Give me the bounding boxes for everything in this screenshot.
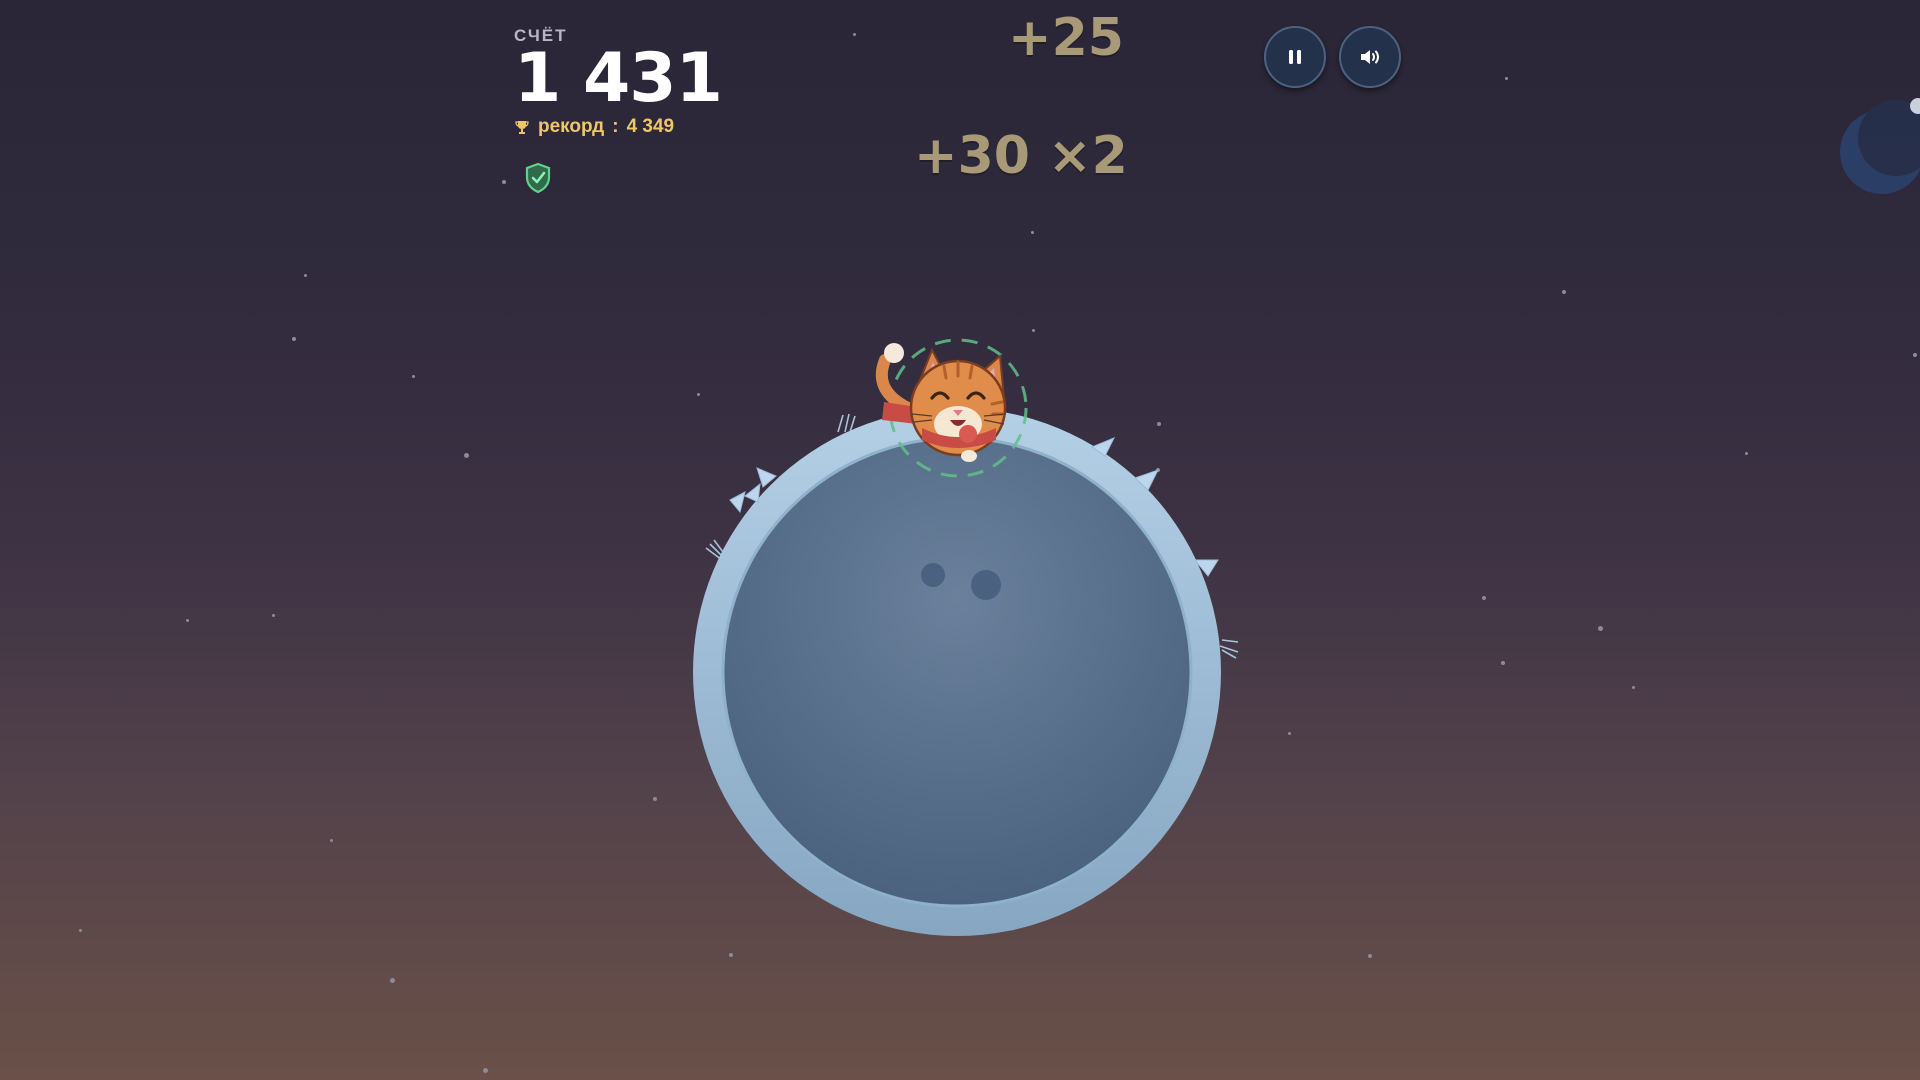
star [1913,353,1917,357]
star [1632,686,1635,689]
score-panel: СЧЁТ 1 431 рекорд : 4 349 [514,26,723,138]
star [1598,626,1603,631]
star [292,337,296,341]
crater [921,563,945,587]
sound-button[interactable] [1339,26,1401,88]
star [853,33,856,36]
star [1562,290,1566,294]
crater [971,570,1001,600]
score-popup: +25 [1008,8,1124,68]
star [79,929,82,932]
star [390,978,395,983]
score-value: 1 431 [514,39,723,118]
star [1288,732,1291,735]
pause-button[interactable] [1264,26,1326,88]
star [464,453,469,458]
planet [693,408,1239,936]
record-separator: : [612,116,619,137]
star [330,839,333,842]
star [1482,596,1486,600]
shield-check-icon [525,162,551,194]
moon-icon [1840,98,1920,194]
record-row: рекорд : 4 349 [514,116,722,138]
speaker-icon [1361,50,1379,64]
game-scene [693,338,1239,936]
star [1505,77,1508,80]
combo-popup: +30 ×2 [914,126,1128,186]
star [304,274,307,277]
record-value: 4 349 [626,116,675,137]
star [272,614,275,617]
record-label: рекорд [538,116,605,137]
star [1031,231,1034,234]
star [502,180,506,184]
star [186,619,189,622]
pause-icon [1289,50,1301,64]
star [653,797,657,801]
trophy-icon [515,121,529,134]
star [412,375,415,378]
star [1745,452,1748,455]
star [1368,954,1372,958]
star [1501,661,1505,665]
star [483,1068,488,1073]
